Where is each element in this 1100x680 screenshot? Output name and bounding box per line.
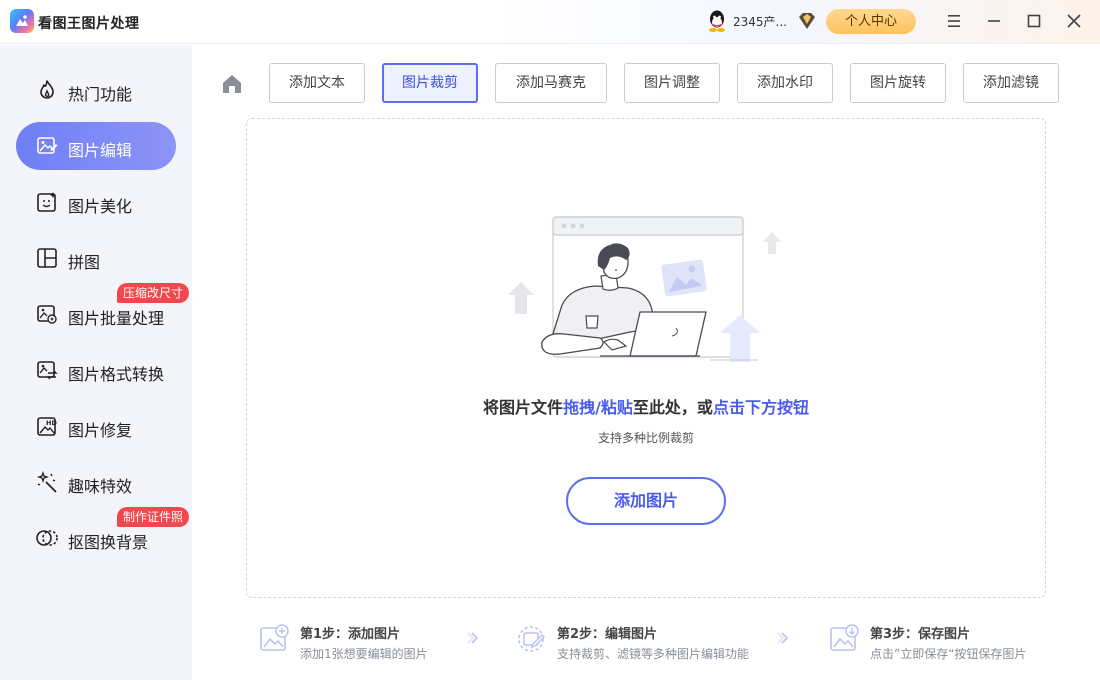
app-logo-icon	[10, 9, 34, 33]
sidebar-item-label: 图片修复	[68, 421, 133, 440]
tab-image-rotate[interactable]: 图片旋转	[850, 63, 946, 103]
upload-illustration	[508, 216, 781, 362]
sidebar-item-image-edit[interactable]: 图片编辑	[16, 122, 176, 170]
tab-add-watermark[interactable]: 添加水印	[737, 63, 833, 103]
step-title: 第3步：保存图片	[870, 627, 971, 642]
tab-add-text[interactable]: 添加文本	[269, 63, 365, 103]
hd-repair-icon: HD	[37, 417, 57, 436]
sidebar-item-label: 图片格式转换	[68, 365, 165, 384]
app-title: 看图王图片处理	[38, 16, 140, 32]
step-title: 第1步：添加图片	[300, 627, 401, 642]
image-beautify-icon	[37, 192, 56, 212]
badge-id-photo: 制作证件照	[117, 507, 190, 527]
svg-text:HD: HD	[46, 419, 57, 427]
close-icon[interactable]	[1063, 10, 1085, 32]
drop-text-part: 至此处，或	[632, 398, 713, 417]
sidebar-item-label: 趣味特效	[68, 477, 133, 496]
step-title: 第2步：编辑图片	[557, 627, 658, 642]
drop-text-highlight-button: 点击下方按钮	[712, 398, 809, 417]
sidebar-item-fun-effects[interactable]: 趣味特效	[16, 458, 176, 506]
batch-image-icon	[37, 305, 57, 324]
sidebar-item-collage[interactable]: 拼图	[16, 234, 176, 282]
tab-image-adjust[interactable]: 图片调整	[624, 63, 720, 103]
vip-crown-icon[interactable]	[797, 12, 817, 30]
drop-subtitle: 支持多种比例裁剪	[597, 431, 694, 445]
step-desc: 点击”立即保存“按钮保存图片	[870, 647, 1027, 661]
home-icon[interactable]	[220, 72, 244, 96]
badge-compress-resize: 压缩改尺寸	[117, 283, 190, 303]
sidebar-item-label: 热门功能	[68, 85, 133, 104]
user-center-button[interactable]: 个人中心	[826, 9, 916, 34]
sidebar-item-label: 图片编辑	[68, 141, 133, 160]
cutout-icon	[36, 530, 58, 546]
add-image-step-icon	[260, 624, 289, 651]
save-image-step-icon	[830, 624, 859, 651]
chevron-right-icon	[467, 632, 479, 644]
maximize-icon[interactable]	[1023, 10, 1045, 32]
sidebar-item-image-beautify[interactable]: 图片美化	[16, 178, 176, 226]
magic-wand-icon	[36, 471, 57, 493]
menu-icon[interactable]	[943, 10, 965, 32]
title-bar: 看图王图片处理 2345产... 个人中心	[0, 0, 1100, 44]
qq-avatar-icon[interactable]	[706, 9, 728, 33]
sidebar-item-label: 图片批量处理	[68, 309, 165, 328]
edit-image-step-icon	[518, 626, 545, 652]
sidebar-item-format-convert[interactable]: 图片格式转换	[16, 346, 176, 394]
tab-image-crop[interactable]: 图片裁剪	[382, 63, 478, 103]
sidebar-item-hot-features[interactable]: 热门功能	[16, 66, 176, 114]
tab-add-mosaic[interactable]: 添加马赛克	[495, 63, 607, 103]
sidebar-item-label: 抠图换背景	[68, 533, 149, 552]
drop-text-highlight-drag: 拖拽/粘贴	[563, 398, 633, 417]
collage-icon	[37, 248, 57, 268]
drop-instruction: 将图片文件拖拽/粘贴至此处，或点击下方按钮	[246, 394, 1046, 418]
add-image-button[interactable]: 添加图片	[566, 477, 726, 525]
step-desc: 支持裁剪、滤镜等多种图片编辑功能	[557, 647, 750, 661]
drop-text-part: 将图片文件	[483, 398, 564, 417]
sidebar-item-image-repair[interactable]: HD 图片修复	[16, 402, 176, 450]
sidebar-item-label: 拼图	[68, 253, 101, 272]
tab-add-filter[interactable]: 添加滤镜	[963, 63, 1059, 103]
format-convert-icon	[37, 361, 58, 380]
image-edit-icon	[37, 137, 58, 154]
sidebar-item-label: 图片美化	[68, 197, 133, 216]
minimize-icon[interactable]	[983, 10, 1005, 32]
chevron-right-icon	[777, 632, 789, 644]
fire-icon	[40, 80, 54, 99]
step-desc: 添加1张想要编辑的图片	[300, 647, 428, 661]
username[interactable]: 2345产...	[733, 13, 787, 30]
